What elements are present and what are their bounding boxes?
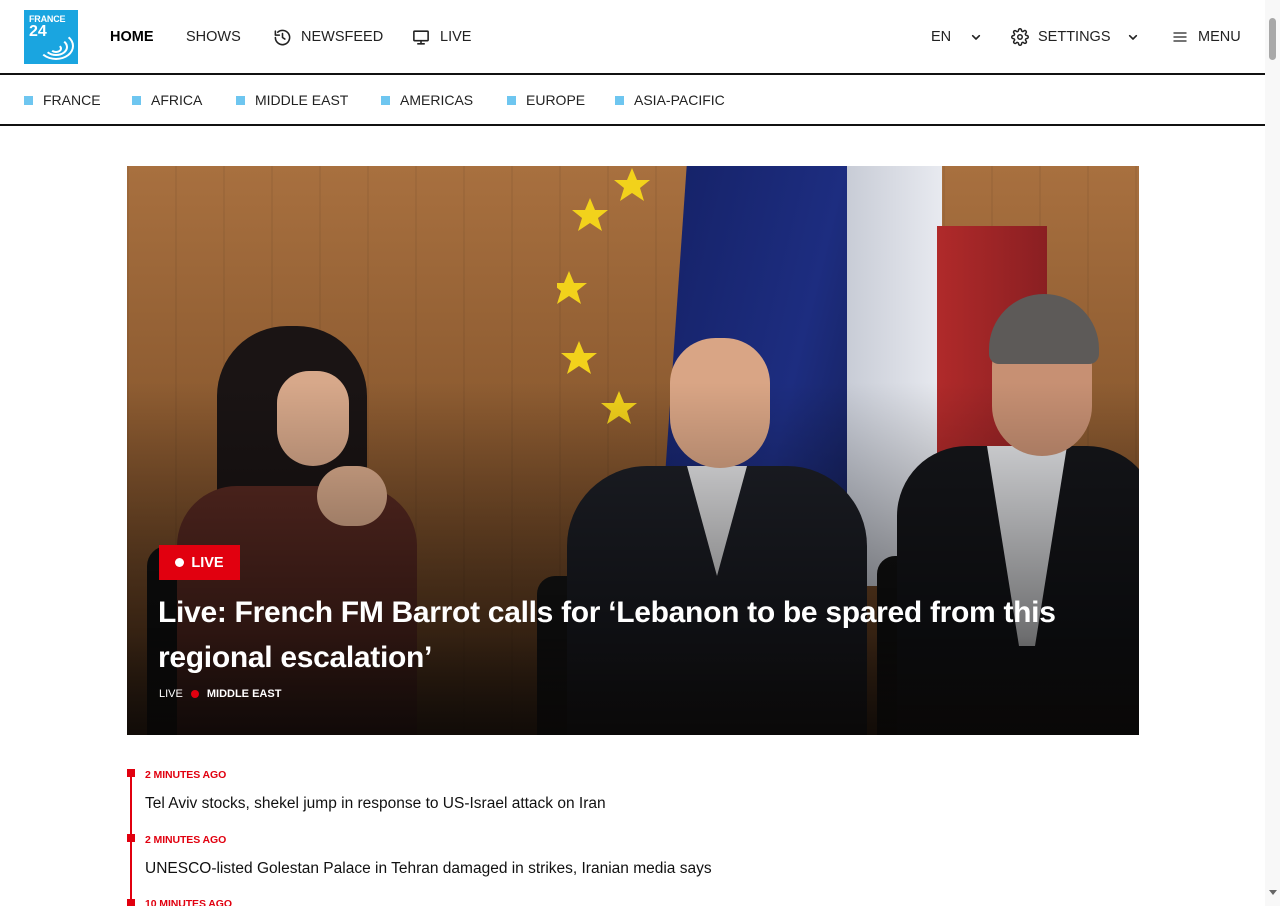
region-europe[interactable]: EUROPE [507,92,585,108]
nav-home[interactable]: HOME [110,26,154,48]
feed-item-time: 2 MINUTES AGO [145,769,227,781]
feed-item-time: 2 MINUTES AGO [145,834,227,846]
region-label: AFRICA [151,92,203,108]
region-label: AMERICAS [400,92,474,108]
region-middle-east[interactable]: MIDDLE EAST [236,92,348,108]
settings-label: SETTINGS [1038,29,1111,45]
hero-meta-live: LIVE [159,688,183,700]
region-label: MIDDLE EAST [255,92,349,108]
region-marker [615,95,624,105]
live-dot-icon [175,558,185,567]
region-marker [24,95,33,105]
region-americas[interactable]: AMERICAS [381,92,473,108]
history-icon [274,29,291,45]
menu-label: MENU [1198,29,1241,45]
nav-live-label: LIVE [440,29,472,45]
nav-newsfeed-label: NEWSFEED [301,29,384,45]
language-label: EN [931,29,952,45]
nav-live[interactable]: LIVE [411,26,471,48]
region-marker [236,95,245,105]
monitor-icon [413,29,429,45]
chevron-down-icon [972,34,981,40]
region-label: EUROPE [526,92,586,108]
live-badge-label: LIVE [191,554,224,571]
hero-story[interactable]: LIVE Live: French FM Barrot calls for ‘L… [127,166,1139,735]
scrollbar-thumb[interactable] [1269,18,1276,60]
gear-icon [1011,28,1029,46]
hero-meta-category[interactable]: MIDDLE EAST [207,688,282,700]
red-dot-icon [190,690,199,698]
nav-shows[interactable]: SHOWS [186,26,241,48]
scroll-down-arrow-icon[interactable] [1269,890,1277,895]
page-scrollbar[interactable] [1265,0,1280,906]
main-menu-button[interactable]: MENU [1171,26,1241,48]
region-france[interactable]: FRANCE [24,92,101,108]
region-label: FRANCE [43,92,101,108]
region-marker [132,95,141,105]
language-selector[interactable]: EN [931,26,984,48]
nav-newsfeed[interactable]: NEWSFEED [273,26,383,48]
timeline-marker [127,769,135,777]
feed-item-headline[interactable]: Tel Aviv stocks, shekel jump in response… [145,795,606,813]
nav-home-label: HOME [110,29,154,45]
region-marker [507,95,516,105]
chevron-down-icon [1128,34,1137,40]
feed-item-headline[interactable]: UNESCO-listed Golestan Palace in Tehran … [145,860,712,878]
hero-meta: LIVE MIDDLE EAST [159,687,281,701]
live-badge: LIVE [159,545,240,580]
logo-ring [50,44,62,53]
hero-headline[interactable]: Live: French FM Barrot calls for ‘Lebano… [158,590,1118,680]
nav-shows-label: SHOWS [186,29,241,45]
top-header: FRANCE 24 HOME SHOWS NEWSFEED LIVE EN SE… [0,0,1265,75]
settings-menu[interactable]: SETTINGS [1011,26,1141,48]
region-marker [381,95,390,105]
timeline-marker [127,899,135,906]
timeline-marker [127,834,135,842]
region-label: ASIA-PACIFIC [634,92,725,108]
region-asia-pacific[interactable]: ASIA-PACIFIC [615,92,725,108]
france24-logo[interactable]: FRANCE 24 [24,10,78,64]
hamburger-icon [1173,32,1187,42]
feed-item-time: 10 MINUTES AGO [145,898,232,906]
region-africa[interactable]: AFRICA [132,92,202,108]
region-navigation: FRANCE AFRICA MIDDLE EAST AMERICAS EUROP… [0,75,1265,126]
